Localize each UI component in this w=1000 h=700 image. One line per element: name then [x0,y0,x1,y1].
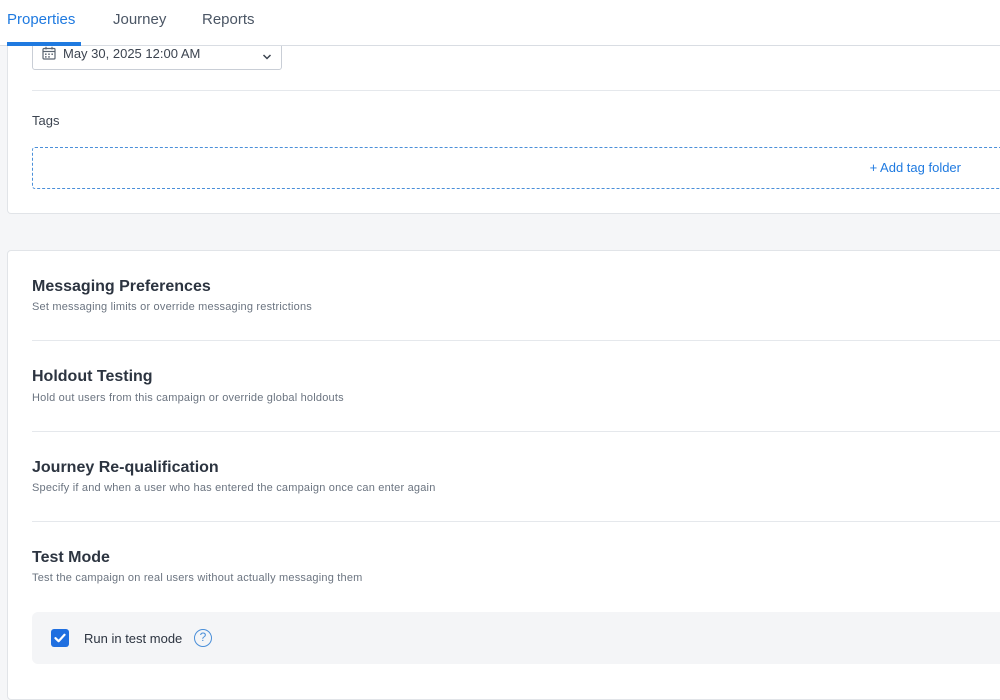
start-date-value: May 30, 2025 12:00 AM [63,46,201,61]
chevron-down-icon [262,49,272,64]
tag-dropzone[interactable]: + Add tag folder [32,147,1000,189]
run-in-test-mode-label[interactable]: Run in test mode [84,631,182,646]
divider [32,431,1000,432]
tags-label: Tags [32,113,60,128]
add-tag-folder-link[interactable]: + Add tag folder [870,160,961,175]
checkmark-icon [54,633,66,643]
section-desc-journey-requalification: Specify if and when a user who has enter… [32,482,436,494]
section-title-test-mode[interactable]: Test Mode [32,549,110,567]
section-desc-holdout-testing: Hold out users from this campaign or ove… [32,392,344,404]
section-desc-messaging-preferences: Set messaging limits or override messagi… [32,301,312,313]
tab-journey[interactable]: Journey [113,0,166,46]
divider [32,521,1000,522]
calendar-icon [42,46,56,63]
test-mode-panel: Run in test mode ? [32,612,1000,664]
section-title-journey-requalification[interactable]: Journey Re-qualification [32,459,219,477]
tab-properties[interactable]: Properties [7,0,81,46]
section-title-messaging-preferences[interactable]: Messaging Preferences [32,278,211,296]
section-title-holdout-testing[interactable]: Holdout Testing [32,368,153,386]
run-in-test-mode-checkbox[interactable] [51,629,69,647]
divider [32,340,1000,341]
section-desc-test-mode: Test the campaign on real users without … [32,572,363,584]
divider [32,90,1000,91]
tab-bar: Properties Journey Reports [0,0,1000,46]
help-icon[interactable]: ? [194,629,212,647]
tab-reports[interactable]: Reports [202,0,255,46]
